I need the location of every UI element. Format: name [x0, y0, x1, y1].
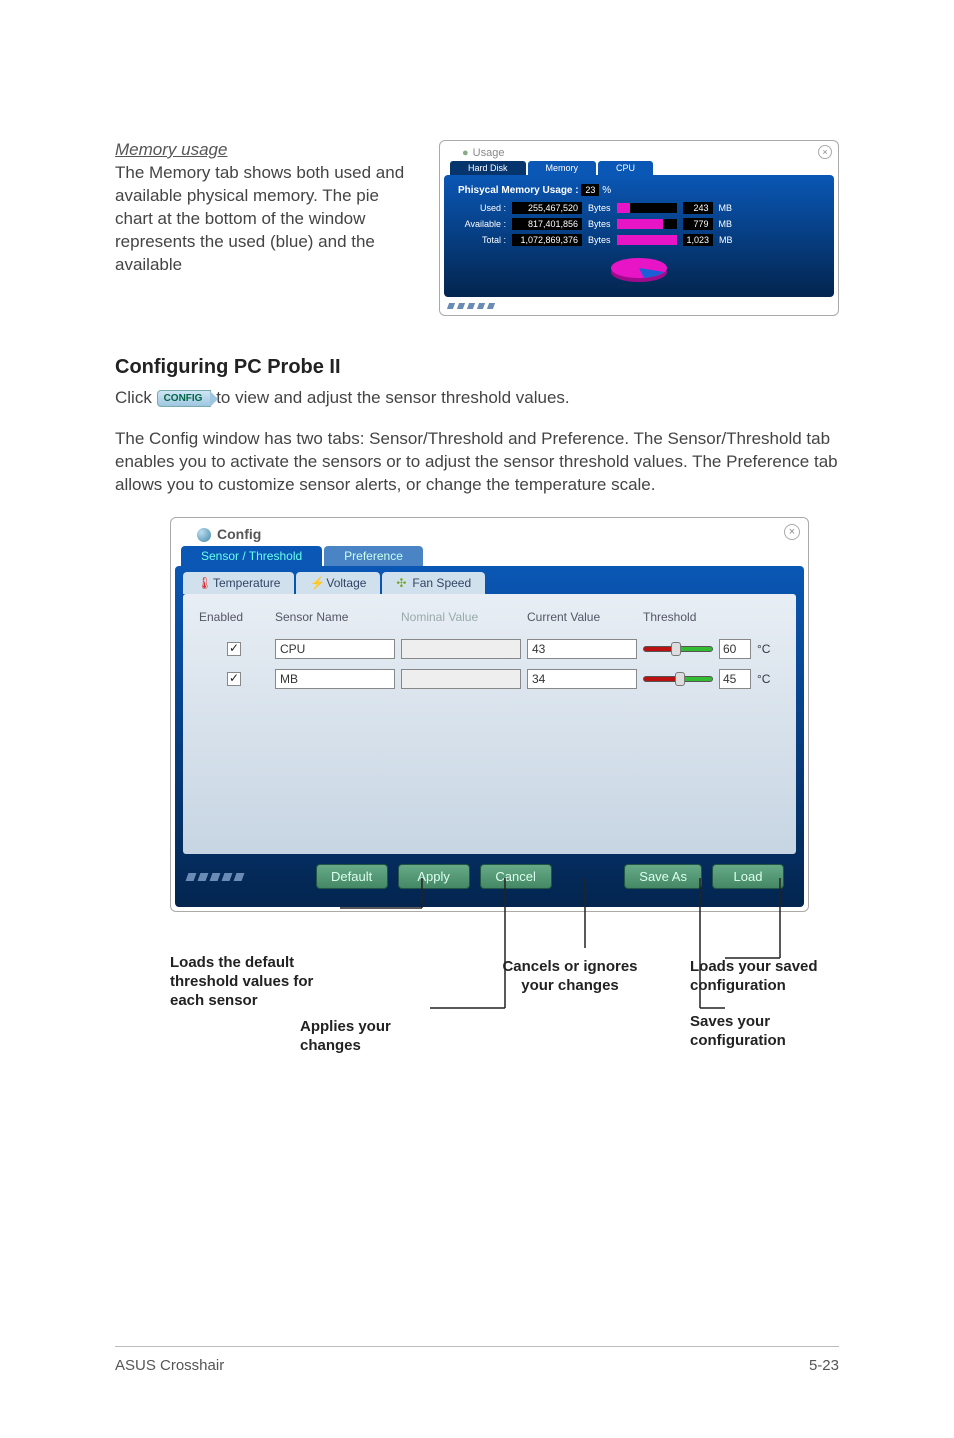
configuring-heading: Configuring PC Probe II [115, 356, 839, 379]
voltage-icon: ⚡ [310, 576, 320, 590]
memory-usage-body: The Memory tab shows both used and avail… [115, 162, 421, 277]
tab-hard-disk[interactable]: Hard Disk [450, 161, 526, 175]
physical-memory-pct: 23 [581, 184, 599, 196]
subtab-label: Voltage [326, 576, 366, 590]
mem-bytes: 1,072,869,376 [512, 234, 582, 246]
thermometer-icon: 🌡 [197, 576, 207, 590]
mem-row-total: Total : 1,072,869,376 Bytes 1,023 MB [458, 234, 820, 246]
col-enabled: Enabled [199, 610, 269, 624]
mem-bar [617, 235, 677, 245]
bytes-unit: Bytes [588, 219, 611, 229]
col-sensor-name: Sensor Name [275, 610, 395, 624]
mem-bar [617, 203, 677, 213]
bytes-unit: Bytes [588, 203, 611, 213]
mem-label: Used : [458, 203, 506, 213]
bytes-unit: Bytes [588, 235, 611, 245]
config-window-title: Config [175, 522, 804, 546]
tab-preference[interactable]: Preference [324, 546, 423, 566]
threshold-slider[interactable] [643, 646, 713, 652]
callouts: Loads the default threshold values for e… [170, 918, 809, 1078]
sensor-name-input[interactable] [275, 639, 395, 659]
config-window: × Config Sensor / Threshold Preference 🌡… [170, 517, 809, 912]
nominal-input [401, 669, 521, 689]
col-threshold: Threshold [643, 610, 803, 624]
sensor-table-header: Enabled Sensor Name Nominal Value Curren… [195, 604, 784, 634]
callout-default: Loads the default threshold values for e… [170, 954, 350, 1010]
mem-label: Total : [458, 235, 506, 245]
enabled-checkbox[interactable] [227, 642, 241, 656]
click-post: to view and adjust the sensor threshold … [216, 388, 569, 407]
unit-label: °C [757, 672, 770, 686]
sensor-row-mb: °C [195, 664, 784, 694]
sensor-row-cpu: °C [195, 634, 784, 664]
pct-unit: % [602, 185, 611, 196]
fan-icon: ✣ [396, 576, 406, 590]
subtab-label: Temperature [213, 576, 280, 590]
mem-row-available: Available : 817,401,856 Bytes 779 MB [458, 218, 820, 230]
unit-label: °C [757, 642, 770, 656]
mem-bytes: 255,467,520 [512, 202, 582, 214]
physical-memory-label: Phisycal Memory Usage : [458, 185, 579, 196]
current-value [527, 669, 637, 689]
mem-mb: 243 [683, 202, 713, 214]
tab-cpu[interactable]: CPU [598, 161, 653, 175]
page-footer: ASUS Crosshair 5-23 [115, 1346, 839, 1374]
tab-sensor-threshold[interactable]: Sensor / Threshold [181, 546, 322, 566]
usage-window: × Usage Hard Disk Memory CPU Phisycal Me… [439, 140, 839, 316]
mb-unit: MB [719, 203, 733, 213]
threshold-slider[interactable] [643, 676, 713, 682]
enabled-checkbox[interactable] [227, 672, 241, 686]
memory-pie-chart [458, 254, 820, 289]
memory-usage-heading: Memory usage [115, 140, 421, 160]
threshold-input[interactable] [719, 669, 751, 689]
callout-save: Saves your configuration [690, 1013, 860, 1051]
col-nominal: Nominal Value [401, 610, 521, 624]
mem-bytes: 817,401,856 [512, 218, 582, 230]
mem-bar [617, 219, 677, 229]
mem-label: Available : [458, 219, 506, 229]
footer-left: ASUS Crosshair [115, 1357, 224, 1374]
mb-unit: MB [719, 235, 733, 245]
config-description: The Config window has two tabs: Sensor/T… [115, 428, 839, 497]
callout-apply: Applies your changes [300, 1018, 440, 1056]
usage-window-title: Usage [444, 145, 834, 161]
mb-unit: MB [719, 219, 733, 229]
config-button-inline[interactable]: CONFIG [157, 390, 212, 408]
subtab-fan-speed[interactable]: ✣ Fan Speed [382, 572, 485, 594]
tab-memory[interactable]: Memory [528, 161, 597, 175]
close-icon[interactable]: × [818, 145, 832, 159]
resize-grip[interactable] [444, 297, 834, 311]
subtab-temperature[interactable]: 🌡 Temperature [183, 572, 294, 594]
subtab-label: Fan Speed [412, 576, 471, 590]
subtab-voltage[interactable]: ⚡ Voltage [296, 572, 380, 594]
nominal-input [401, 639, 521, 659]
mem-mb: 779 [683, 218, 713, 230]
close-icon[interactable]: × [784, 524, 800, 540]
callout-load: Loads your saved configuration [690, 958, 860, 996]
threshold-input[interactable] [719, 639, 751, 659]
current-value [527, 639, 637, 659]
footer-right: 5-23 [809, 1357, 839, 1374]
mem-mb: 1,023 [683, 234, 714, 246]
callout-cancel: Cancels or ignores your changes [500, 958, 640, 996]
col-current: Current Value [527, 610, 637, 624]
mem-row-used: Used : 255,467,520 Bytes 243 MB [458, 202, 820, 214]
sensor-name-input[interactable] [275, 669, 395, 689]
click-pre: Click [115, 388, 157, 407]
